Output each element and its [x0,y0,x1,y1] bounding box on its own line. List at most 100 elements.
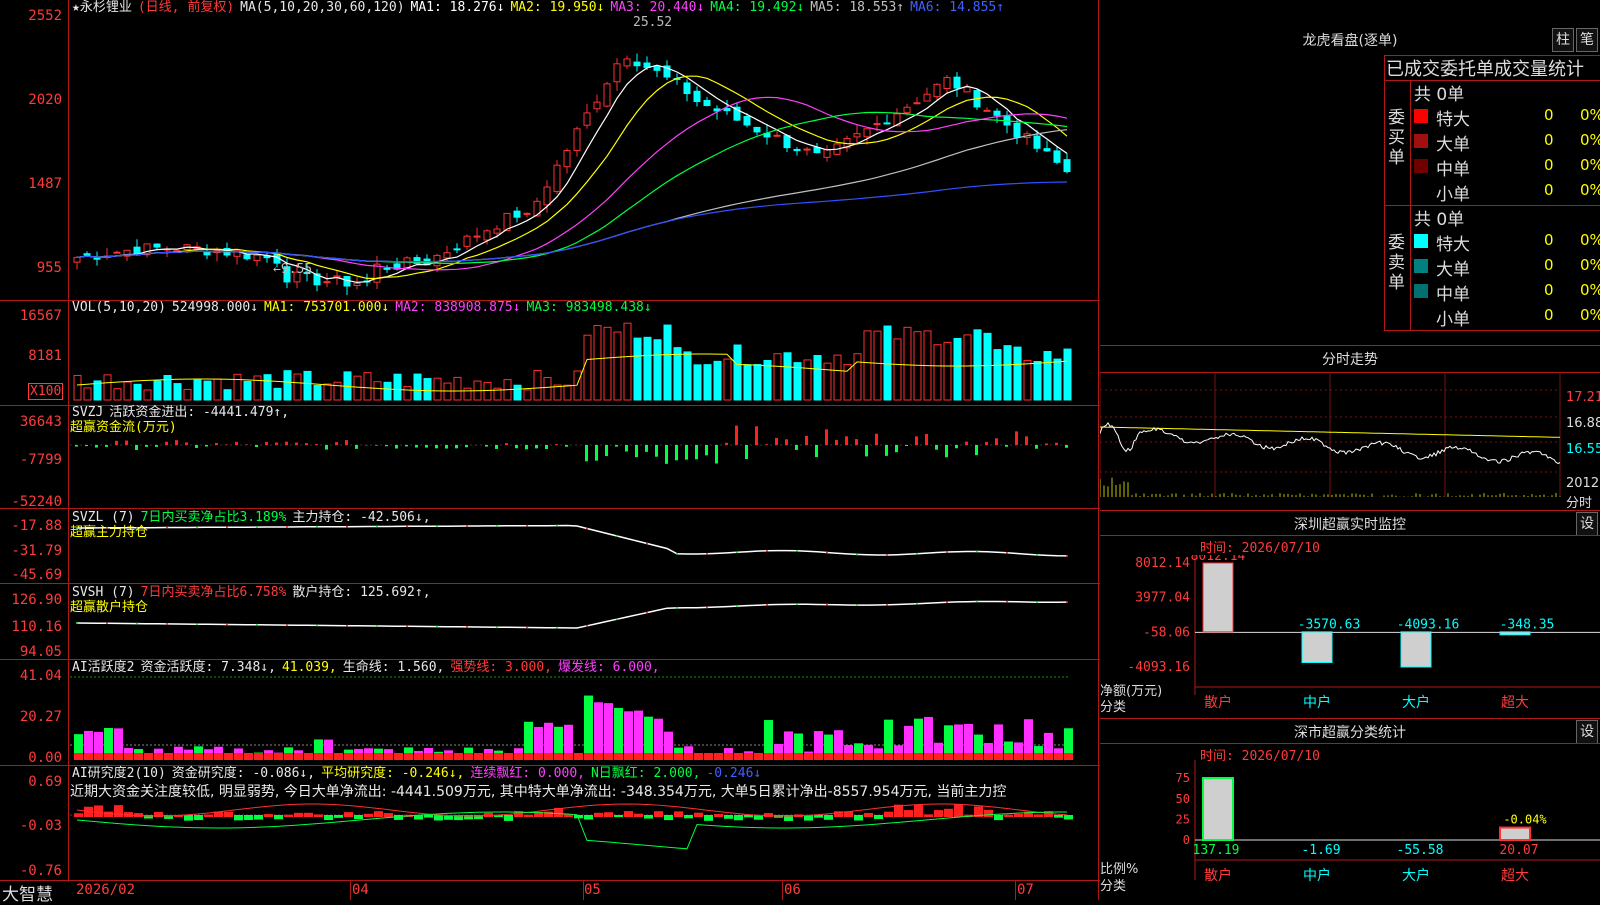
activity-base [974,753,983,760]
candle-body [354,283,360,285]
order-stats-subtitle: 已成交委托单成交量统计 [1386,55,1584,81]
order-pct: 0% [1580,181,1600,199]
ma-legend-item: MA6: 14.855↑ [910,0,1004,15]
volume-bar [184,389,191,400]
order-count: 0 [1544,181,1554,199]
candle-body [484,231,490,240]
volume-bar [434,378,441,400]
chart-area[interactable]: ★永杉锂业(日线, 前复权)MA(5,10,20,30,60,120)MA1: … [0,0,1098,900]
holding-line [77,602,1067,629]
classify-chart[interactable]: 7550250137.19散户-1.69中户-55.58大户-0.04%20.0… [1100,760,1600,900]
divider [0,583,1100,584]
research-bar [284,815,293,817]
research-bar [954,804,963,817]
order-row: 小单 0 0% [1414,180,1600,202]
fund-flow-bar [115,441,118,445]
holding-dot [166,623,168,625]
research-bar [194,815,203,820]
activity-base [804,753,813,760]
favorite-star-icon[interactable]: ★ [72,0,80,15]
ai1-strong-line: 强势线: 3.000, [450,660,552,675]
holding-dot [946,551,948,553]
research-bar [524,815,533,817]
candle-body [114,252,120,253]
holding-dot [766,550,768,552]
classify-value-label: 137.19 [1193,843,1240,858]
volume-bar [894,339,901,400]
fund-flow-bar [875,434,878,445]
x-tick: 06 [784,882,801,898]
ai1-chart[interactable] [70,675,1098,763]
x-gridline [350,880,351,900]
monitor-bar [1401,632,1431,667]
activity-base [284,753,293,760]
ai1-tick: 41.04 [0,668,62,684]
svsh-tick: 126.90 [0,592,62,608]
candle-body [604,84,610,106]
fund-flow-bar [1015,431,1018,445]
monitor-chart[interactable]: 8012.143977.04-58.06-4093.168012.14散户-35… [1100,555,1600,715]
order-row: 小单00% [1414,305,1600,327]
activity-base [794,753,803,760]
holding-dot [766,604,768,606]
order-type-label: 小单 [1436,180,1470,205]
volume-bar [854,354,861,400]
volume-bar [244,381,251,400]
svzj-chart[interactable] [70,420,1098,508]
volume-bar [984,333,991,400]
volume-bar [604,327,611,400]
divider [1384,55,1385,330]
tick-mode-button[interactable]: 笔 [1576,28,1598,52]
volume-chart[interactable] [70,315,1098,403]
ai2-chart[interactable] [70,800,1098,880]
ai1-value: 资金活跃度: 7.348↓, [140,660,275,675]
fund-flow-bar [345,440,348,445]
candle-body [614,64,620,82]
activity-bar [584,696,593,760]
intraday-tick: 17.21 [1566,390,1600,405]
volume-bar [104,375,111,400]
monitor-settings-button[interactable]: 设 [1576,512,1598,536]
activity-base [684,753,693,760]
candle-body [84,254,90,255]
volume-bar [354,376,361,400]
intraday-chart[interactable] [1100,372,1565,508]
fund-flow-bar [615,445,618,447]
classify-y-tick: 50 [1176,792,1190,806]
volume-bar [674,348,681,400]
candle-body [884,123,890,124]
holding-dot [136,527,138,529]
holding-dot [856,553,858,555]
activity-base [744,753,753,760]
activity-base [1044,753,1053,760]
fund-flow-bar [415,445,418,447]
activity-bar [594,702,603,760]
volume-bar [774,354,781,400]
fund-flow-bar [915,436,918,445]
classify-settings-button[interactable]: 设 [1576,720,1598,744]
fund-flow-bar [215,443,218,445]
research-bar [884,812,893,817]
panel-divider [1098,0,1099,900]
candle-body [684,83,690,94]
fund-flow-bar [775,438,778,445]
activity-base [664,753,673,760]
research-bar [824,815,833,820]
order-color-swatch [1414,134,1428,148]
candlestick-chart[interactable] [70,18,1098,300]
svzl-chart[interactable] [70,520,1098,582]
ai2-tick: 0.69 [0,774,62,790]
fund-flow-bar [765,444,768,445]
fund-flow-bar [245,444,248,445]
candle-body [794,149,800,150]
ai2-avg: 平均研究度: -0.246↓, [321,766,464,781]
monitor-bar [1302,632,1332,663]
research-bar [1054,815,1063,818]
candle-body [324,282,330,283]
period-label[interactable]: (日线, 前复权) [138,0,234,15]
bar-mode-button[interactable]: 柱 [1552,28,1574,52]
candle-body [244,255,250,259]
candle-body [724,109,730,111]
svsh-chart[interactable] [70,595,1098,659]
fund-flow-bar [975,445,978,455]
